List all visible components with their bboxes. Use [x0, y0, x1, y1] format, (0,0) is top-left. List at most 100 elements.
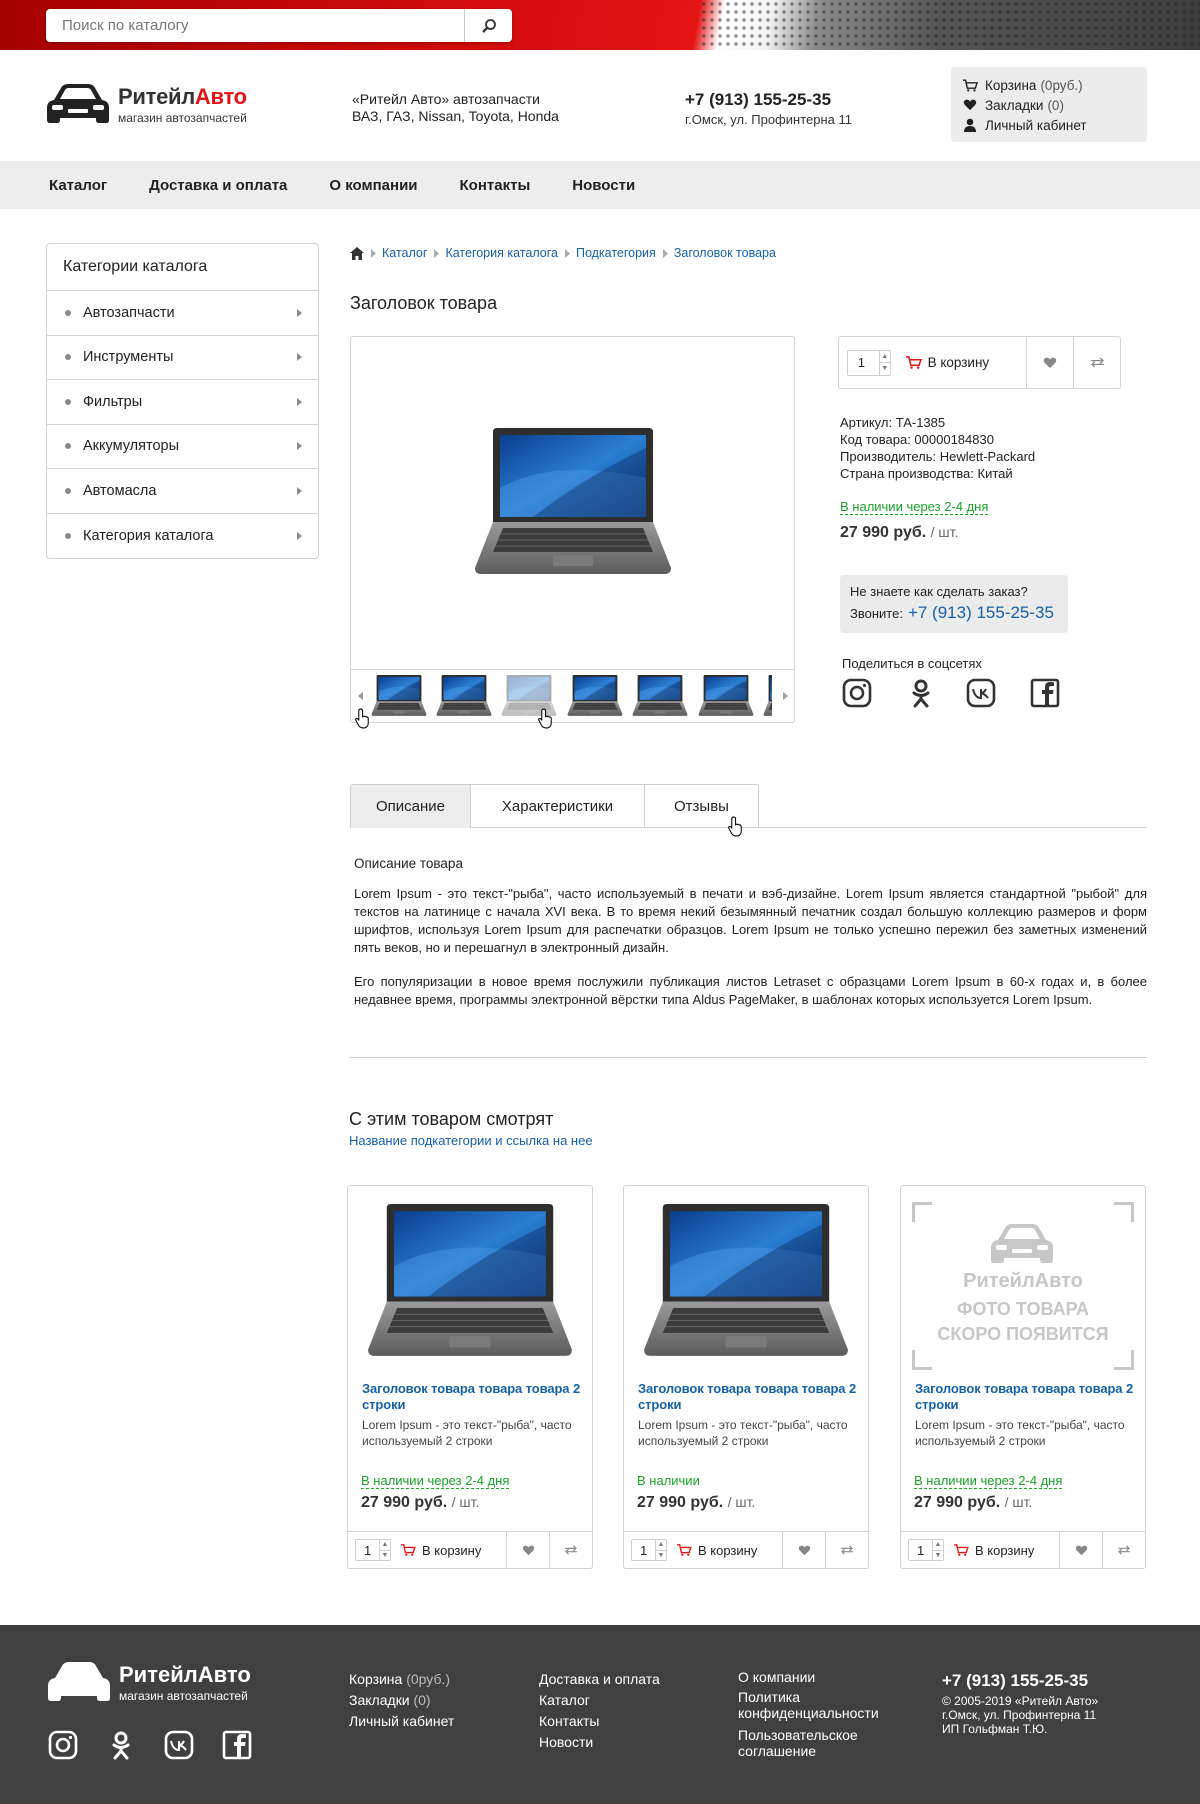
thumb-next-button[interactable] [776, 670, 794, 722]
footer-account-link[interactable]: Личный кабинет [349, 1711, 454, 1732]
quantity-stepper[interactable]: 1 ▲ ▼ [355, 1539, 391, 1561]
sidebar-item-autoparts[interactable]: Автозапчасти [47, 291, 318, 336]
facebook-icon[interactable] [1030, 678, 1060, 708]
add-to-cart-button[interactable]: В корзину [951, 1532, 1059, 1568]
card-stock[interactable]: В наличии через 2-4 дня [914, 1473, 1063, 1489]
thumbnail[interactable] [436, 673, 492, 719]
nav-catalog[interactable]: Каталог [49, 177, 107, 194]
instagram-icon[interactable] [842, 678, 872, 708]
cart-link[interactable]: Корзина (0руб.) [961, 75, 1147, 95]
search-input[interactable] [46, 9, 464, 42]
qty-up-icon[interactable]: ▲ [380, 1540, 390, 1551]
card-price-unit: / шт. [727, 1494, 756, 1510]
thumbnails [371, 670, 772, 722]
facebook-icon[interactable] [222, 1730, 252, 1760]
footer-about-link[interactable]: О компании [738, 1669, 898, 1685]
nav-contacts[interactable]: Контакты [460, 177, 531, 194]
sidebar-item-oils[interactable]: Автомасла [47, 469, 318, 514]
logo[interactable]: РитейлАвто магазин автозапчастей [46, 82, 247, 126]
card-title[interactable]: Заголовок товара товара товара 2 строки [638, 1381, 858, 1413]
qty-up-icon[interactable]: ▲ [933, 1540, 943, 1551]
card-image[interactable] [624, 1186, 868, 1378]
compare-button[interactable] [1073, 337, 1120, 388]
bullet-icon [65, 309, 71, 316]
card-image[interactable] [348, 1186, 592, 1378]
qty-up-icon[interactable]: ▲ [879, 351, 890, 363]
thumbnail[interactable] [763, 673, 772, 719]
breadcrumb-current[interactable]: Заголовок товара [674, 246, 776, 260]
compare-button[interactable] [549, 1532, 592, 1568]
qty-down-icon[interactable]: ▼ [933, 1551, 943, 1561]
quantity-stepper[interactable]: 1 ▲ ▼ [846, 349, 891, 376]
footer-phone[interactable]: +7 (913) 155-25-35 [942, 1671, 1098, 1691]
footer-contacts-link[interactable]: Контакты [539, 1711, 660, 1732]
add-to-cart-button[interactable]: В корзину [398, 1532, 506, 1568]
instagram-icon[interactable] [48, 1730, 78, 1760]
add-to-cart-button[interactable]: В корзину [899, 337, 1026, 388]
thumbnail[interactable] [632, 673, 688, 719]
heart-icon [798, 1545, 811, 1556]
tab-reviews[interactable]: Отзывы [645, 785, 758, 828]
quantity-stepper[interactable]: 1 ▲ ▼ [908, 1539, 944, 1561]
bookmark-button[interactable] [1059, 1532, 1102, 1568]
vk-icon[interactable] [966, 678, 996, 708]
thumbnail[interactable] [371, 673, 427, 719]
breadcrumb-category[interactable]: Категория каталога [445, 246, 558, 260]
thumbnail[interactable] [698, 673, 754, 719]
sidebar-item-category[interactable]: Категория каталога [47, 514, 318, 559]
nav-news[interactable]: Новости [572, 177, 635, 194]
sidebar-item-batteries[interactable]: Аккумуляторы [47, 425, 318, 469]
quantity-stepper[interactable]: 1 ▲ ▼ [631, 1539, 667, 1561]
stock-status[interactable]: В наличии через 2-4 дня [840, 499, 989, 515]
footer-privacy-link[interactable]: Политика конфиденциальности [738, 1689, 898, 1721]
footer-bookmarks-link[interactable]: Закладки (0) [349, 1690, 454, 1711]
account-link[interactable]: Личный кабинет [961, 115, 1147, 135]
add-to-cart-button[interactable]: В корзину [674, 1532, 782, 1568]
footer-logo[interactable]: РитейлАвто магазин автозапчастей [47, 1660, 251, 1704]
compare-button[interactable] [1102, 1532, 1145, 1568]
vk-icon[interactable] [164, 1730, 194, 1760]
odnoklassniki-icon[interactable] [906, 678, 936, 708]
breadcrumb-subcategory[interactable]: Подкатегория [576, 246, 656, 260]
nav-about[interactable]: О компании [329, 177, 417, 194]
bookmark-button[interactable] [506, 1532, 549, 1568]
sidebar-item-filters[interactable]: Фильтры [47, 380, 318, 425]
sidebar-item-tools[interactable]: Инструменты [47, 336, 318, 380]
footer-cart-link[interactable]: Корзина (0руб.) [349, 1669, 454, 1690]
home-icon[interactable] [350, 246, 364, 260]
header-phone[interactable]: +7 (913) 155-25-35 [685, 90, 852, 110]
qty-down-icon[interactable]: ▼ [880, 363, 890, 375]
qty-down-icon[interactable]: ▼ [380, 1551, 390, 1561]
card-title[interactable]: Заголовок товара товара товара 2 строки [362, 1381, 582, 1413]
qty-down-icon[interactable]: ▼ [656, 1551, 666, 1561]
bookmark-button[interactable] [1025, 337, 1074, 388]
card-price-unit: / шт. [1004, 1494, 1033, 1510]
order-help-call: Звоните: [850, 606, 903, 621]
card-stock[interactable]: В наличии через 2-4 дня [361, 1473, 510, 1489]
tab-specs[interactable]: Характеристики [471, 785, 645, 828]
bullet-icon [65, 487, 71, 494]
card-image-placeholder[interactable]: РитейлАвто ФОТО ТОВАРА СКОРО ПОЯВИТСЯ [901, 1186, 1145, 1378]
footer-terms-link[interactable]: Пользовательское соглашение [738, 1727, 898, 1759]
footer-delivery-link[interactable]: Доставка и оплата [539, 1669, 660, 1690]
thumbnail[interactable] [567, 673, 623, 719]
bookmarks-link[interactable]: Закладки (0) [961, 95, 1147, 115]
order-help-phone[interactable]: +7 (913) 155-25-35 [908, 603, 1054, 623]
nav-delivery[interactable]: Доставка и оплата [149, 177, 287, 194]
footer-catalog-link[interactable]: Каталог [539, 1690, 660, 1711]
bookmark-button[interactable] [782, 1532, 825, 1568]
thumbnail-active[interactable] [501, 673, 557, 719]
laptop-thumb-image [436, 673, 492, 719]
product-main-image[interactable] [351, 337, 794, 669]
thumb-prev-button[interactable] [351, 670, 369, 722]
footer-news-link[interactable]: Новости [539, 1732, 660, 1753]
qty-up-icon[interactable]: ▲ [656, 1540, 666, 1551]
heart-icon [1075, 1545, 1088, 1556]
breadcrumb-catalog[interactable]: Каталог [382, 246, 427, 260]
compare-button[interactable] [825, 1532, 868, 1568]
card-title[interactable]: Заголовок товара товара товара 2 строки [915, 1381, 1135, 1413]
related-subcategory-link[interactable]: Название подкатегории и ссылка на нее [349, 1133, 593, 1148]
tab-description[interactable]: Описание [351, 785, 471, 828]
search-button[interactable] [464, 9, 512, 42]
odnoklassniki-icon[interactable] [106, 1730, 136, 1760]
